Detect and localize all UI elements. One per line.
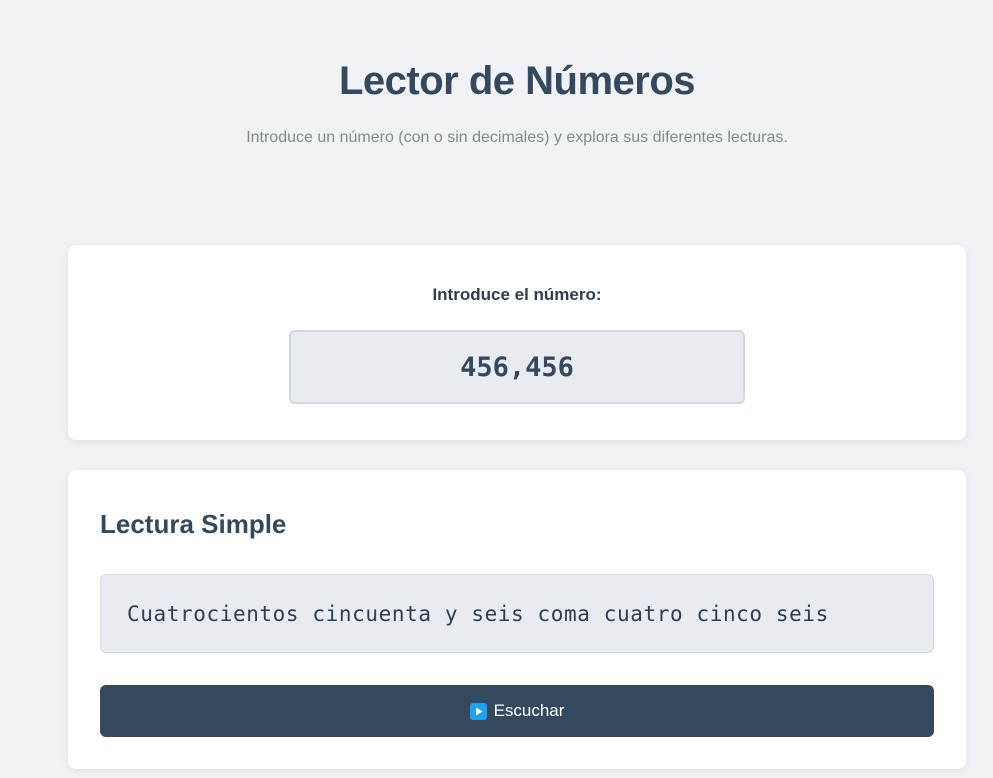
- page-subtitle: Introduce un número (con o sin decimales…: [246, 129, 788, 146]
- number-input-label: Introduce el número:: [432, 285, 602, 304]
- section-title: Lectura Simple: [100, 509, 287, 539]
- reading-text: Cuatrocientos cincuenta y seis coma cuat…: [127, 601, 829, 626]
- page: Lector de Números Introduce un número (c…: [0, 0, 993, 778]
- reading-output: Cuatrocientos cincuenta y seis coma cuat…: [100, 574, 934, 653]
- number-input-card: Introduce el número:: [68, 245, 966, 440]
- number-input[interactable]: [289, 330, 745, 404]
- play-icon: [469, 702, 487, 720]
- page-title: Lector de Números: [338, 59, 696, 103]
- simple-reading-card: Lectura Simple Cuatrocientos cincuenta y…: [68, 470, 966, 769]
- listen-button[interactable]: Escuchar: [100, 685, 934, 737]
- listen-button-label: Escuchar: [493, 701, 565, 720]
